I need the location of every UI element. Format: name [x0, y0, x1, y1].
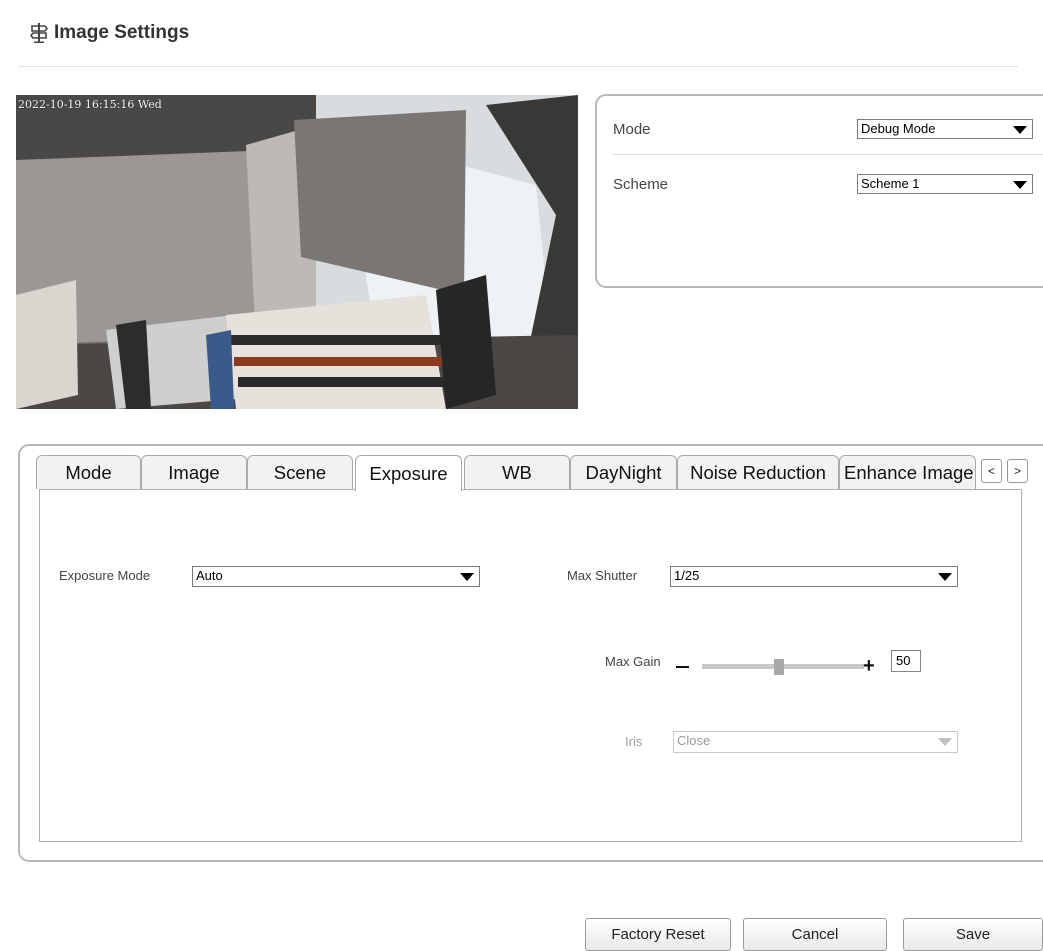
tab-image[interactable]: Image: [141, 455, 247, 489]
minus-icon[interactable]: [676, 666, 689, 668]
scheme-select[interactable]: Scheme 1: [857, 174, 1033, 194]
cancel-button[interactable]: Cancel: [743, 918, 887, 951]
tab-enhance-image[interactable]: Enhance Image: [839, 455, 976, 489]
tab-daynight[interactable]: DayNight: [570, 455, 677, 489]
exposure-mode-select[interactable]: Auto: [192, 566, 480, 587]
tab-wb[interactable]: WB: [464, 455, 570, 489]
mode-panel: Mode Debug Mode Scheme Scheme 1: [595, 94, 1043, 288]
max-shutter-value: 1/25: [674, 568, 700, 583]
tab-exposure[interactable]: Exposure: [355, 455, 462, 491]
tab-mode[interactable]: Mode: [36, 455, 141, 489]
chevron-down-icon: [460, 573, 474, 581]
factory-reset-button[interactable]: Factory Reset: [585, 918, 731, 951]
slider-thumb[interactable]: [774, 659, 784, 675]
tab-scene[interactable]: Scene: [247, 455, 353, 489]
page-title: Image Settings: [54, 22, 190, 43]
mode-select-value: Debug Mode: [861, 121, 936, 136]
tab-next-button[interactable]: >: [1007, 459, 1028, 483]
mode-select[interactable]: Debug Mode: [857, 119, 1033, 139]
scheme-label: Scheme: [613, 175, 669, 193]
scheme-select-value: Scheme 1: [861, 176, 920, 191]
plus-icon[interactable]: +: [863, 656, 875, 676]
camera-image: [16, 95, 578, 409]
max-gain-slider[interactable]: +: [676, 656, 876, 677]
scheme-row: Scheme Scheme 1: [613, 159, 1043, 209]
osd-timestamp: 2022-10-19 16:15:16 Wed: [18, 98, 162, 111]
chevron-down-icon: [938, 573, 952, 581]
mode-label: Mode: [613, 120, 651, 138]
exposure-mode-value: Auto: [196, 568, 223, 583]
tab-noise-reduction[interactable]: Noise Reduction: [677, 455, 839, 489]
tab-prev-button[interactable]: <: [981, 459, 1002, 483]
signpost-icon: [30, 23, 48, 43]
save-button[interactable]: Save: [903, 918, 1043, 951]
header-divider: [18, 66, 1018, 67]
page-header: Image Settings: [30, 18, 189, 48]
max-shutter-select[interactable]: 1/25: [670, 566, 958, 587]
max-gain-input[interactable]: 50: [891, 650, 921, 672]
chevron-down-icon: [1013, 181, 1027, 189]
chevron-down-icon: [1013, 126, 1027, 134]
live-preview[interactable]: 2022-10-19 16:15:16 Wed: [16, 95, 578, 409]
mode-row: Mode Debug Mode: [613, 104, 1043, 155]
